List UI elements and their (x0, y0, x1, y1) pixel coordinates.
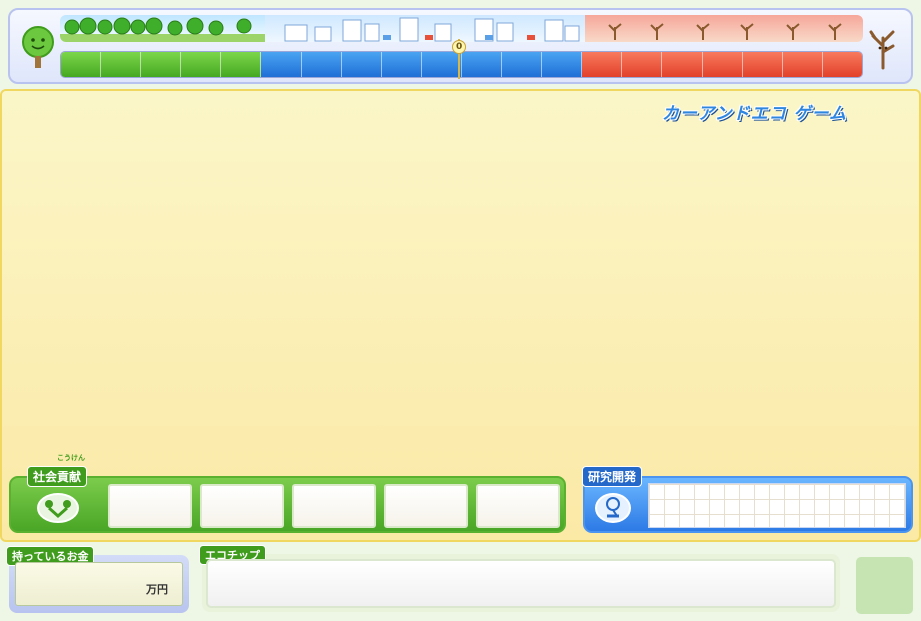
happy-tree-icon (22, 26, 54, 68)
social-slot-4[interactable] (384, 484, 468, 528)
meter-cell-green (141, 52, 182, 77)
research-progress-grid[interactable] (648, 483, 906, 528)
handshake-mascot-icon (37, 493, 79, 523)
eco-tip-panel: エコチップ (199, 545, 840, 612)
meter-cell-blue (461, 52, 503, 77)
money-unit: 万円 (146, 583, 168, 596)
money-display: 万円 (15, 562, 183, 606)
social-slot-5[interactable] (476, 484, 560, 528)
eco-meter-bar (60, 51, 863, 78)
game-logo: カーアンドエコ ゲーム (661, 104, 847, 124)
meter-cell-blue (421, 52, 462, 77)
social-contribution-panel: こうけん 社会貢献 (9, 454, 566, 533)
social-contribution-ruby: こうけん (57, 454, 85, 462)
money-panel: 持っているお金 万円 (6, 546, 189, 613)
social-slot-2[interactable] (200, 484, 284, 528)
meter-cell-red (702, 52, 743, 77)
research-development-panel: 研究開発 (582, 466, 913, 533)
meter-cell-blue (301, 52, 342, 77)
meter-cell-red (782, 52, 823, 77)
social-slot-1[interactable] (108, 484, 192, 528)
meter-cell-red (742, 52, 783, 77)
forest-scene (60, 15, 265, 42)
meter-cell-green (221, 52, 262, 77)
meter-cell-blue (341, 52, 382, 77)
action-button[interactable] (856, 557, 913, 614)
game-board: カーアンドエコ ゲーム こうけん 社会貢献 研究開発 (0, 89, 921, 542)
meter-cell-blue (261, 52, 302, 77)
wasteland-scene (585, 15, 863, 42)
eco-meter-panel: 0 (8, 8, 913, 84)
meter-cell-green (101, 52, 142, 77)
researcher-mascot-icon (595, 493, 631, 523)
meter-cell-red (622, 52, 663, 77)
meter-cell-green (61, 52, 102, 77)
meter-cell-red (822, 52, 862, 77)
landscape-strip (60, 15, 863, 42)
eco-tip-text-area (206, 559, 836, 608)
meter-cell-green (181, 52, 222, 77)
meter-cell-blue (381, 52, 422, 77)
meter-cell-red (582, 52, 623, 77)
withered-tree-icon (869, 30, 895, 70)
social-contribution-label: 社会貢献 (27, 466, 88, 487)
meter-cell-red (662, 52, 703, 77)
social-slot-3[interactable] (292, 484, 376, 528)
meter-cell-blue (542, 52, 583, 77)
research-development-label: 研究開発 (582, 466, 643, 487)
city-scene (265, 15, 585, 42)
meter-marker-value: 0 (452, 40, 467, 54)
meter-cell-blue (502, 52, 543, 77)
